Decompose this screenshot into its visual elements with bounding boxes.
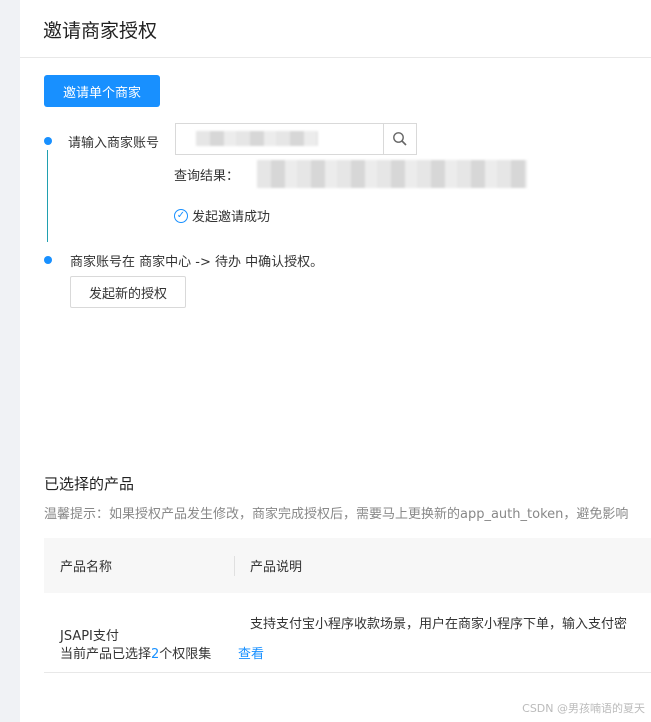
- product-name: JSAPI支付: [60, 629, 119, 644]
- step-dot-2: [44, 256, 52, 264]
- row-divider: [44, 672, 651, 673]
- selected-products-title: 已选择的产品: [44, 475, 135, 493]
- page-title: 邀请商家授权: [43, 20, 158, 42]
- search-button[interactable]: [383, 124, 416, 154]
- permission-suffix: 个权限集: [159, 647, 212, 662]
- column-product-description: 产品说明: [250, 560, 303, 575]
- step-connector: [47, 150, 48, 242]
- main-panel: 邀请商家授权 邀请单个商家 请输入商家账号 查询结果： ✓ 发起邀请成功 商家账…: [20, 0, 651, 722]
- title-divider: [20, 57, 651, 58]
- search-icon: [393, 132, 407, 146]
- column-separator: [234, 556, 235, 576]
- product-description: 支持支付宝小程序收款场景，用户在商家小程序下单，输入支付密: [250, 617, 628, 632]
- invite-success-status: ✓ 发起邀请成功: [174, 206, 270, 225]
- authorization-tip: 温馨提示：如果授权产品发生修改，商家完成授权后，需要马上更换新的app_auth…: [44, 507, 629, 522]
- product-permission-summary: 当前产品已选择2个权限集: [60, 643, 211, 662]
- products-table: 产品名称 产品说明 JSAPI支付 当前产品已选择2个权限集 查看 支持支付宝小…: [44, 538, 651, 673]
- confirm-authorization-hint: 商家账号在 商家中心 -> 待办 中确认授权。: [70, 255, 324, 270]
- merchant-account-search: [175, 123, 417, 155]
- invite-success-text: 发起邀请成功: [192, 210, 271, 225]
- watermark: CSDN @男孩喃语的夏天: [522, 702, 645, 715]
- invite-single-merchant-button[interactable]: 邀请单个商家: [44, 75, 160, 107]
- new-authorization-button[interactable]: 发起新的授权: [70, 276, 186, 308]
- masked-query-result: [257, 160, 527, 188]
- table-header: 产品名称 产品说明: [44, 538, 651, 593]
- query-result-label: 查询结果：: [174, 169, 240, 184]
- masked-account-value: [196, 131, 318, 146]
- column-product-name: 产品名称: [60, 560, 113, 575]
- view-permissions-link[interactable]: 查看: [238, 643, 264, 662]
- check-circle-icon: ✓: [174, 208, 188, 223]
- permission-prefix: 当前产品已选择: [60, 647, 152, 662]
- step-dot-1: [44, 137, 52, 145]
- merchant-account-label: 请输入商家账号: [68, 136, 160, 151]
